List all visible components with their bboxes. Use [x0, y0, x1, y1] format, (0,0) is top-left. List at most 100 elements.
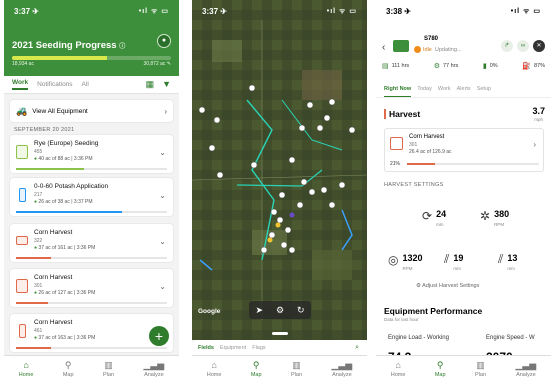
harvest-section: Harvest 3.7 mph	[382, 106, 545, 124]
operation-card[interactable]: Corn Harvest 301 26.4 ac of 126.9 ac › 2…	[384, 128, 544, 172]
machine-state: Idle Updating...	[414, 46, 461, 53]
chevron-down-icon[interactable]: ⌄	[159, 148, 166, 157]
card-progress	[16, 168, 167, 170]
card-title: Rye (Europe) Seeding	[34, 140, 99, 147]
tab-notifications[interactable]: Notifications	[37, 81, 72, 88]
engine-hours: ▤ 111 hrs	[382, 63, 410, 70]
nav-home[interactable]: ⌂ Home	[207, 361, 222, 379]
tab-today[interactable]: Today	[417, 86, 432, 97]
harvest-icon	[16, 236, 28, 245]
application-icon	[19, 188, 26, 202]
gear-icon: ⚙	[416, 283, 421, 289]
plan-icon: ▥	[104, 360, 113, 370]
card-sub: 301	[34, 283, 43, 289]
status-icons: •ıl ᯤ ▭	[510, 7, 541, 15]
machine-stats: ▤ 111 hrs ⚙ 77 hrs ▮ 0% ⛽ 87%	[382, 62, 545, 70]
phone-machine-detail: 3:38 ✈ •ıl ᯤ ▭ ‹ S780 Idle Updating... ↱ …	[376, 0, 551, 383]
card-progress	[16, 257, 167, 259]
nav-plan[interactable]: ▥ Plan	[475, 361, 486, 379]
sheet-handle[interactable]	[272, 332, 288, 335]
tab-setup[interactable]: Setup	[477, 86, 491, 97]
nav-plan[interactable]: ▥ Plan	[291, 361, 302, 379]
seeding-progress-header: 3:37 ✈ •ıl ᯤ ▭ 2021 Seeding Progress ⓘ ●…	[4, 0, 179, 76]
work-card[interactable]: Corn Harvest 322 ● 37 ac of 161 ac | 3:3…	[10, 224, 173, 262]
home-icon: ⌂	[395, 360, 401, 370]
nav-plan[interactable]: ▥ Plan	[103, 360, 114, 379]
op-percent: 21%	[390, 161, 401, 167]
nav-home[interactable]: ⌂ Home	[391, 360, 406, 379]
performance-title: Equipment Performance	[384, 306, 483, 316]
work-card[interactable]: Rye (Europe) Seeding 455 ● 40 ac of 88 a…	[10, 135, 173, 173]
card-detail: ● 37 ac of 163 ac | 3:36 PM	[34, 335, 96, 341]
info-icon[interactable]: ⓘ	[119, 44, 125, 50]
map-pin-icon: ⚲	[436, 360, 444, 370]
link-icon[interactable]: ∞	[517, 40, 529, 52]
navigation-arrow-icon[interactable]: ➤	[255, 305, 263, 316]
progress-total[interactable]: 30,872 ac ✎	[143, 61, 171, 67]
progress-done: 18,934 ac	[12, 61, 34, 67]
status-bar: 3:38 ✈ •ıl ᯤ ▭	[376, 0, 551, 22]
nav-analyze[interactable]: ▁▃▅ Analyze	[143, 361, 164, 379]
gear-icon[interactable]: ⚙	[276, 305, 284, 316]
chevron-down-icon[interactable]: ⌄	[159, 191, 166, 200]
chevron-down-icon[interactable]: ⌄	[159, 237, 166, 246]
tab-equipment[interactable]: Equipment	[220, 345, 246, 351]
fan-setting: ◎ 1320 RPM	[388, 252, 423, 272]
status-bar: 3:37 ✈ •ıl ᯤ ▭	[192, 0, 367, 22]
card-detail: ● 40 ac of 88 ac | 3:36 PM	[34, 156, 93, 162]
adjust-harvest-settings-button[interactable]: ⚙ Adjust Harvest Settings	[416, 283, 479, 289]
updating-text: Updating...	[434, 46, 462, 53]
separator-hours: ⚙ 77 hrs	[433, 63, 459, 70]
back-icon[interactable]: ‹	[382, 42, 385, 53]
status-bar: 3:37 ✈ •ıl ᯤ ▭	[4, 0, 179, 22]
chevron-right-icon: ›	[533, 140, 536, 149]
card-progress-fill	[16, 347, 51, 349]
page-title: 2021 Seeding Progress ⓘ	[12, 40, 126, 51]
tab-work[interactable]: Work	[12, 79, 29, 90]
harvest-icon	[19, 324, 26, 338]
fan-icon: ◎	[388, 252, 399, 267]
share-icon[interactable]: ↱	[501, 40, 513, 52]
work-tabs: Work Notifications All ▦ ▼	[4, 76, 179, 94]
chart-icon: ▁▃▅	[515, 360, 537, 370]
tab-flags[interactable]: Flags	[252, 345, 265, 351]
nav-map[interactable]: ⚲ Map	[435, 360, 446, 379]
work-card[interactable]: Corn Harvest 301 ● 26 ac of 127 ac | 3:3…	[10, 269, 173, 307]
nav-analyze[interactable]: ▁▃▅ Analyze	[515, 360, 537, 379]
nav-map[interactable]: ⚲ Map	[251, 361, 262, 379]
refresh-icon[interactable]: ↻	[297, 305, 305, 316]
nav-home[interactable]: ⌂ Home	[19, 361, 34, 379]
tab-right-now[interactable]: Right Now	[384, 86, 412, 97]
view-all-equipment-button[interactable]: 🚜 View All Equipment ›	[10, 100, 173, 122]
nav-analyze[interactable]: ▁▃▅ Analyze	[331, 361, 352, 379]
separator-icon: ⚙	[433, 63, 440, 70]
filter-icon[interactable]: ▼	[162, 79, 171, 90]
search-icon[interactable]: ⌕	[355, 344, 359, 352]
seeding-icon	[16, 145, 28, 159]
tab-all[interactable]: All	[82, 81, 89, 88]
satellite-map[interactable]: 3:37 ✈ •ıl ᯤ ▭ Google ➤ ⚙ ↻	[192, 0, 367, 340]
calendar-icon[interactable]: ▦	[146, 79, 155, 90]
op-detail: 26.4 ac of 126.9 ac	[409, 149, 452, 155]
tab-work[interactable]: Work	[438, 86, 451, 97]
close-icon[interactable]: ✕	[533, 40, 545, 52]
engine-hours-icon: ▤	[382, 63, 389, 70]
op-title: Corn Harvest	[409, 134, 445, 140]
card-progress-fill	[16, 211, 122, 213]
tab-alerts[interactable]: Alerts	[457, 86, 471, 97]
work-card[interactable]: 0-0-60 Potash Application 217 ● 26 ac of…	[10, 178, 173, 216]
add-button[interactable]: +	[149, 326, 169, 346]
tab-fields[interactable]: Fields	[198, 345, 214, 351]
card-progress-fill	[16, 168, 84, 170]
card-progress-fill	[16, 257, 51, 259]
machine-id: S780	[424, 36, 439, 42]
nav-map[interactable]: ⚲ Map	[63, 361, 74, 379]
chaffer-icon: ⫽	[444, 252, 450, 266]
map-bottom-sheet: Fields Equipment Flags ⌕	[192, 340, 367, 355]
chevron-down-icon[interactable]: ⌄	[159, 282, 166, 291]
card-detail: ● 37 ac of 161 ac | 3:36 PM	[34, 245, 96, 251]
combine-icon	[393, 40, 409, 52]
chaffer-setting: ⫽ 19 mm	[444, 252, 464, 271]
rotor-icon: ✲	[480, 208, 491, 223]
avatar[interactable]: ●	[157, 34, 171, 48]
